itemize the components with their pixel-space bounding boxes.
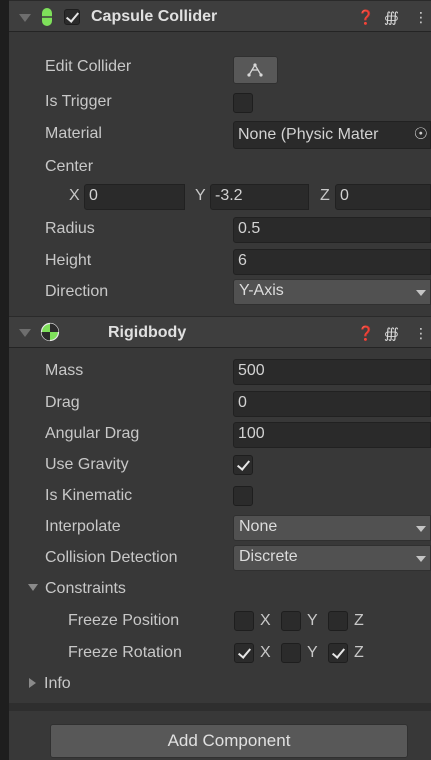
freeze-position-z-label: Z [354, 612, 364, 629]
center-z-field[interactable]: 0 [335, 184, 431, 210]
edit-collider-button[interactable] [233, 56, 278, 84]
is-trigger-checkbox[interactable] [233, 93, 253, 113]
edit-collider-icon [247, 63, 263, 77]
foldout-arrow-icon [29, 678, 36, 688]
capsule-collider-title: Capsule Collider [91, 8, 218, 25]
direction-label: Direction [45, 283, 109, 300]
info-foldout[interactable]: Info [9, 672, 209, 696]
height-label: Height [45, 252, 92, 269]
center-x-field[interactable]: 0 [84, 184, 185, 210]
freeze-position-label: Freeze Position [68, 612, 180, 629]
freeze-rotation-y-label: Y [307, 644, 318, 661]
use-gravity-checkbox[interactable] [233, 455, 253, 475]
center-z-label: Z [320, 187, 330, 204]
chevron-down-icon [416, 290, 426, 296]
chevron-down-icon [416, 526, 426, 532]
center-y-field[interactable]: -3.2 [210, 184, 309, 210]
left-edge [0, 0, 9, 760]
freeze-rotation-x-label: X [260, 644, 271, 661]
angular-drag-label: Angular Drag [45, 425, 140, 442]
direction-dropdown[interactable]: Y-Axis [233, 279, 431, 305]
foldout-arrow-icon[interactable] [19, 14, 31, 22]
center-label: Center [45, 158, 94, 175]
object-picker-icon[interactable]: ☉ [414, 122, 428, 148]
help-icon[interactable]: ❓ [357, 9, 374, 26]
info-label: Info [44, 675, 71, 692]
constraints-label: Constraints [45, 580, 126, 597]
mass-field[interactable]: 500 [233, 359, 431, 385]
freeze-rotation-x-checkbox[interactable] [234, 643, 254, 663]
material-label: Material [45, 125, 102, 142]
interpolate-value: None [239, 518, 278, 535]
freeze-rotation-label: Freeze Rotation [68, 644, 182, 661]
chevron-down-icon [416, 556, 426, 562]
constraints-foldout[interactable]: Constraints [9, 578, 209, 602]
direction-value: Y-Axis [239, 282, 284, 299]
drag-field[interactable]: 0 [233, 391, 431, 417]
capsule-collider-icon [42, 8, 52, 26]
edit-collider-label: Edit Collider [45, 58, 132, 75]
center-y-label: Y [195, 187, 206, 204]
help-icon[interactable]: ❓ [357, 325, 374, 342]
preset-icon[interactable]: ∰ [384, 325, 399, 342]
freeze-position-x-checkbox[interactable] [234, 611, 254, 631]
freeze-position-z-checkbox[interactable] [328, 611, 348, 631]
rigidbody-icon [40, 322, 60, 342]
foldout-arrow-icon [28, 584, 38, 591]
add-component-button[interactable]: Add Component [50, 724, 408, 758]
foldout-arrow-icon[interactable] [19, 329, 31, 337]
divider [9, 703, 431, 711]
capsule-collider-header[interactable]: Capsule Collider ❓ ∰ ⋮ [9, 0, 431, 32]
is-kinematic-checkbox[interactable] [233, 486, 253, 506]
drag-label: Drag [45, 394, 80, 411]
is-trigger-label: Is Trigger [45, 93, 112, 110]
freeze-rotation-z-label: Z [354, 644, 364, 661]
capsule-collider-enabled-checkbox[interactable] [64, 9, 80, 25]
interpolate-label: Interpolate [45, 518, 121, 535]
angular-drag-field[interactable]: 100 [233, 422, 431, 448]
kebab-menu-icon[interactable]: ⋮ [414, 9, 428, 26]
rigidbody-header[interactable]: Rigidbody ❓ ∰ ⋮ [9, 316, 431, 348]
material-value: None (Physic Mater [238, 126, 379, 143]
collision-detection-dropdown[interactable]: Discrete [233, 545, 431, 571]
height-field[interactable]: 6 [233, 249, 431, 275]
freeze-position-y-label: Y [307, 612, 318, 629]
freeze-rotation-y-checkbox[interactable] [281, 643, 301, 663]
material-field[interactable]: None (Physic Mater ☉ [233, 121, 431, 149]
radius-field[interactable]: 0.5 [233, 217, 431, 243]
center-x-label: X [69, 187, 80, 204]
use-gravity-label: Use Gravity [45, 456, 129, 473]
freeze-position-x-label: X [260, 612, 271, 629]
interpolate-dropdown[interactable]: None [233, 515, 431, 541]
kebab-menu-icon[interactable]: ⋮ [414, 325, 428, 342]
mass-label: Mass [45, 362, 84, 379]
radius-label: Radius [45, 220, 95, 237]
freeze-position-y-checkbox[interactable] [281, 611, 301, 631]
inspector-panel: Capsule Collider ❓ ∰ ⋮ Edit Collider Is … [9, 0, 431, 760]
collision-detection-label: Collision Detection [45, 549, 178, 566]
freeze-rotation-z-checkbox[interactable] [328, 643, 348, 663]
rigidbody-title: Rigidbody [108, 324, 187, 341]
collision-detection-value: Discrete [239, 548, 298, 565]
is-kinematic-label: Is Kinematic [45, 487, 133, 504]
preset-icon[interactable]: ∰ [384, 9, 399, 26]
